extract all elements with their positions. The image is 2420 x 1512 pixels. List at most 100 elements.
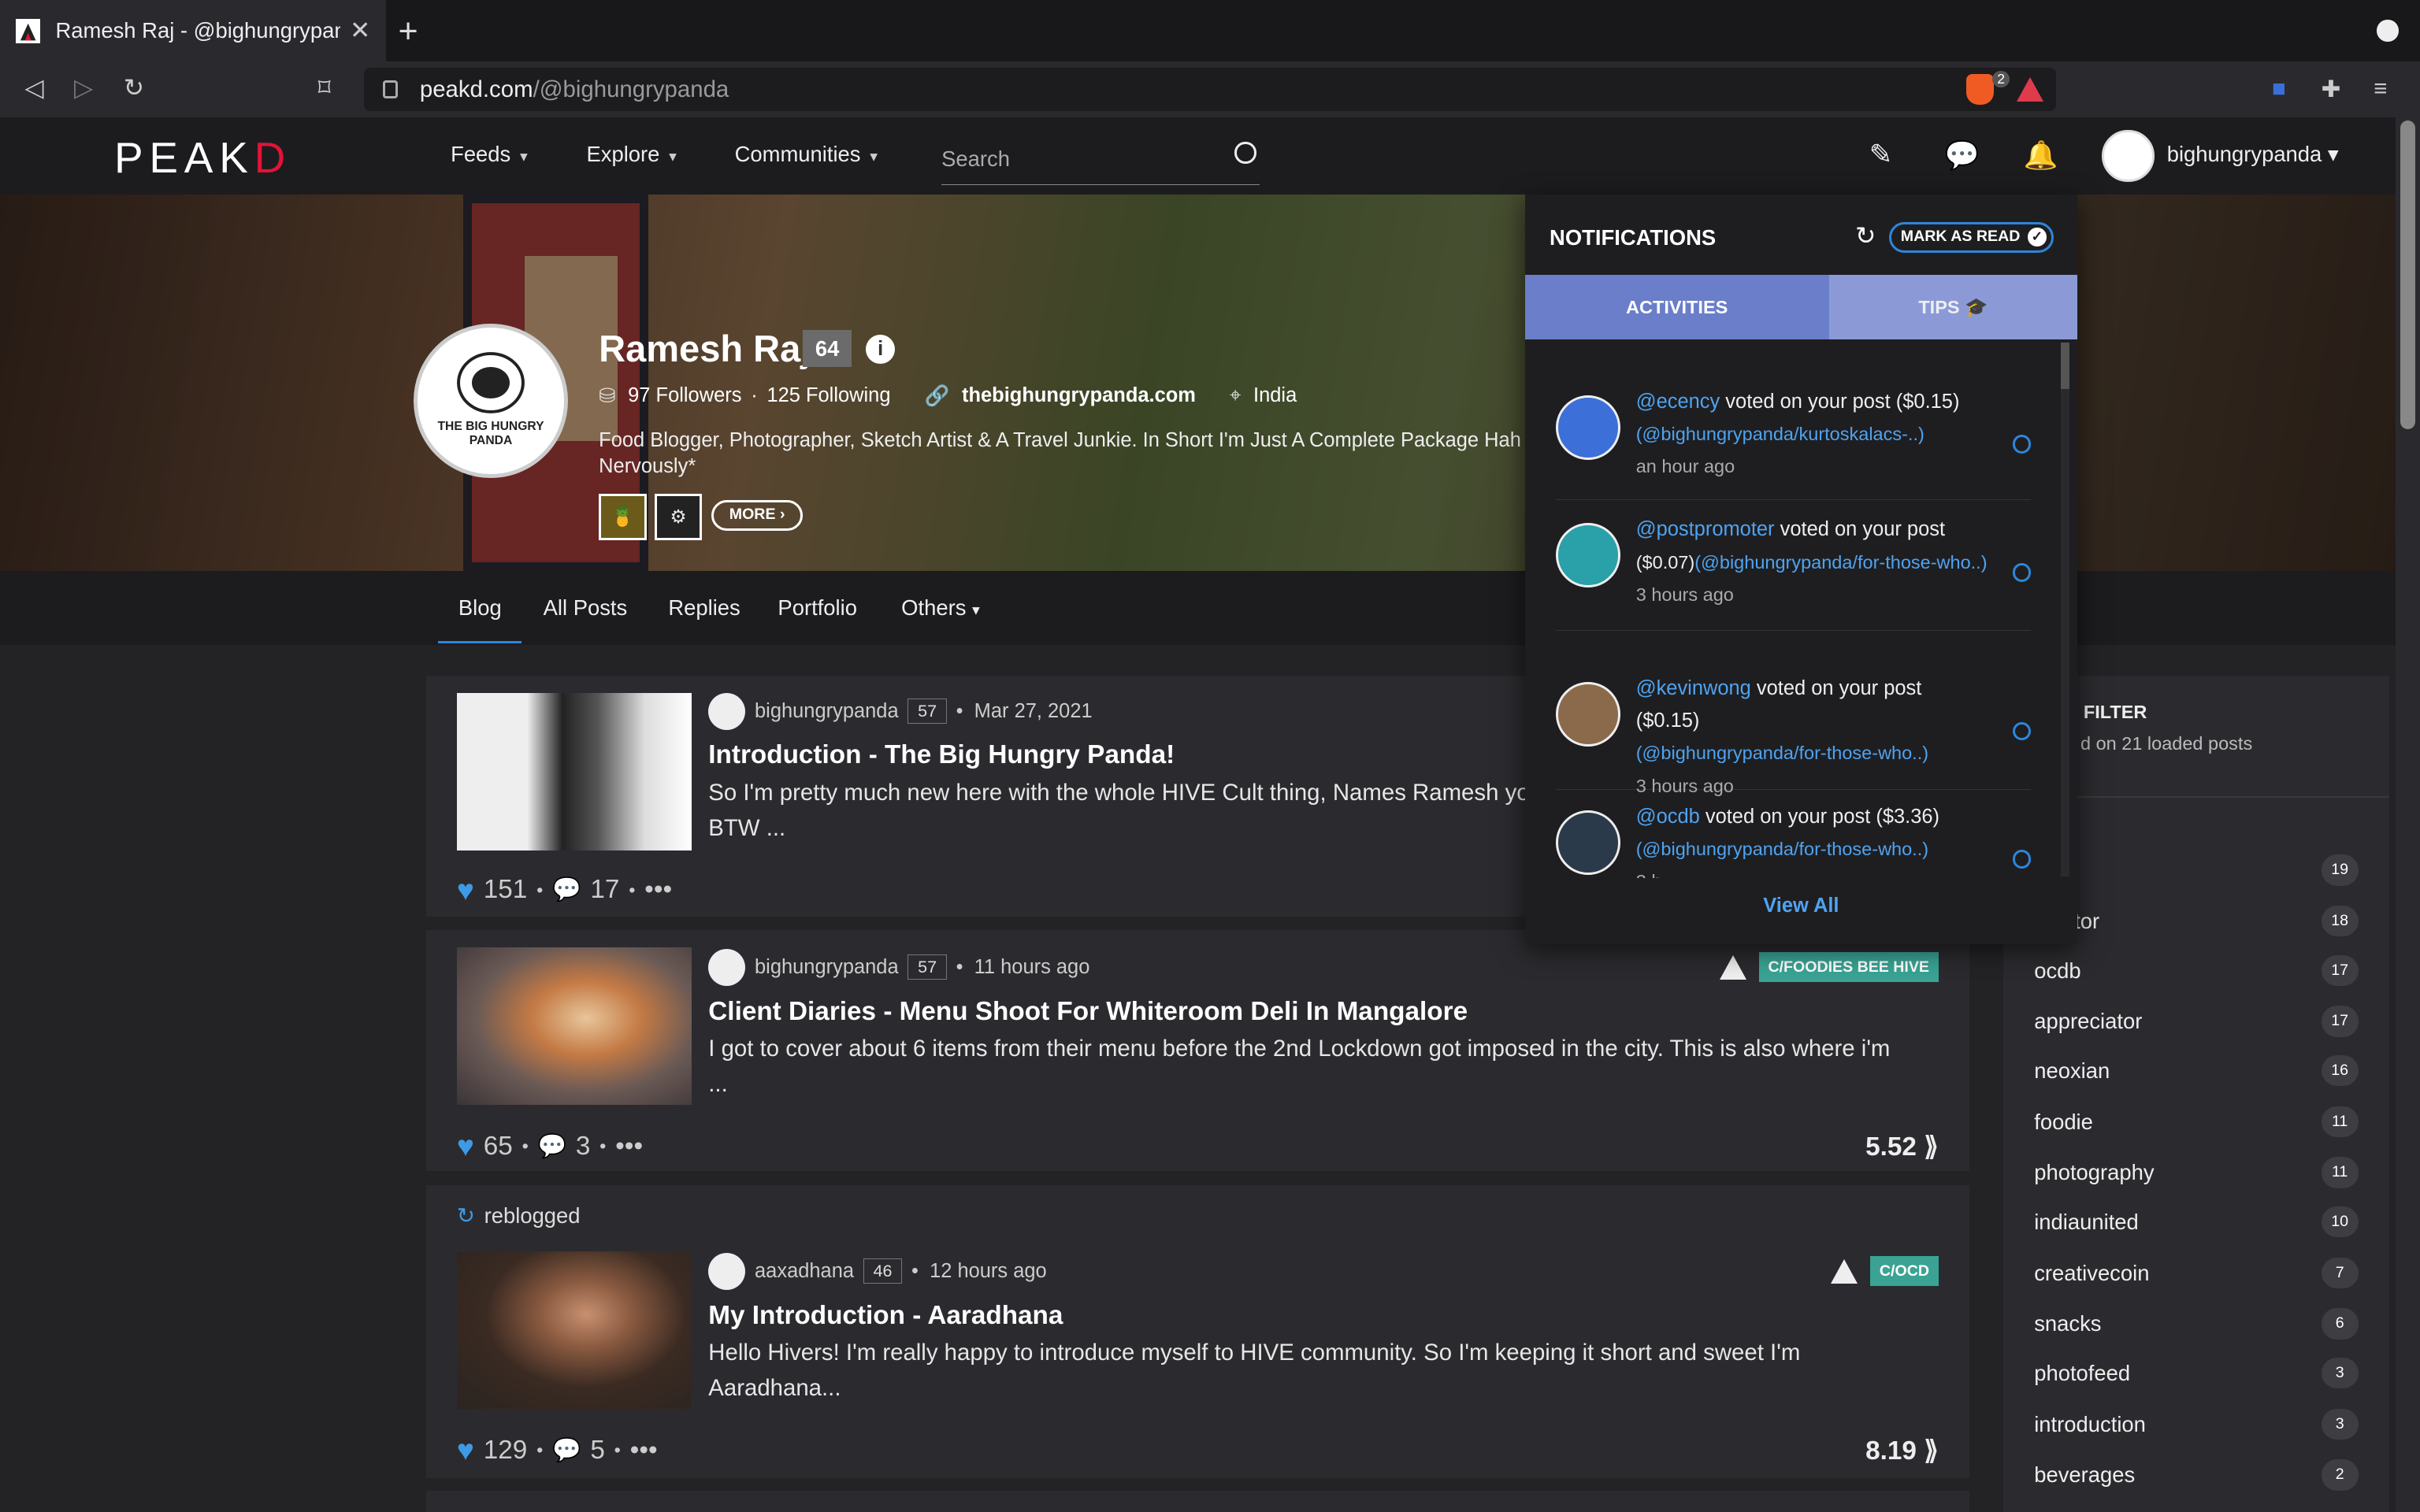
bell-icon[interactable]: 🔔: [2024, 139, 2058, 172]
tag-item[interactable]: tor 18: [2034, 906, 2359, 937]
tab-tips[interactable]: TIPS 🎓: [1828, 274, 2078, 339]
author-name[interactable]: bighungrypanda: [755, 700, 899, 723]
author-name[interactable]: aaxadhana: [755, 1260, 854, 1283]
tab-portfolio[interactable]: Portfolio: [778, 595, 857, 621]
page-scrollbar-thumb[interactable]: [2400, 120, 2416, 429]
comment-icon[interactable]: 💬: [552, 876, 581, 903]
pineapple-badge-icon[interactable]: 🍍: [599, 493, 647, 540]
tab-activities[interactable]: ACTIVITIES: [1524, 274, 1829, 339]
comment-count[interactable]: 5: [590, 1436, 605, 1466]
notification-link[interactable]: (@bighungrypanda/for-those-who..): [1636, 737, 1988, 769]
nav-communities[interactable]: Communities ▾: [735, 142, 878, 167]
community-badge-icon[interactable]: ⚙: [654, 493, 703, 540]
tag-item[interactable]: neoxian 16: [2034, 1055, 2359, 1087]
user-avatar[interactable]: [2102, 129, 2155, 183]
view-all-link[interactable]: View All: [1525, 895, 2077, 917]
post-title[interactable]: Introduction - The Big Hungry Panda!: [708, 740, 1175, 770]
tag-item[interactable]: photofeed 3: [2034, 1358, 2359, 1389]
post-payout[interactable]: 5.52 ⟫: [1865, 1131, 1939, 1162]
chat-icon[interactable]: 💬: [1945, 139, 1980, 172]
vote-count[interactable]: 65: [484, 1132, 513, 1162]
notification-user[interactable]: @ecency: [1636, 391, 1720, 413]
post-thumbnail[interactable]: [456, 1251, 692, 1409]
followers-count[interactable]: 97 Followers: [628, 384, 741, 407]
page-scrollbar[interactable]: [2395, 117, 2420, 1512]
more-options-icon[interactable]: •••: [630, 1436, 658, 1466]
notification-link[interactable]: (@bighungrypanda/kurtoskalacs-..): [1636, 418, 1988, 450]
tag-item[interactable]: snacks 6: [2034, 1308, 2359, 1340]
forward-icon[interactable]: ▷: [74, 74, 93, 102]
notification-item[interactable]: @kevinwong voted on your post ($0.15) (@…: [1555, 673, 2032, 796]
bookmark-icon[interactable]: ⌑: [318, 74, 331, 102]
notification-item[interactable]: @postpromoter voted on your post ($0.07)…: [1555, 513, 2032, 632]
unread-indicator[interactable]: [2012, 721, 2032, 741]
reload-icon[interactable]: ↻: [124, 74, 144, 102]
more-options-icon[interactable]: •••: [644, 875, 672, 905]
author-name[interactable]: bighungrypanda: [755, 956, 899, 979]
community-tag[interactable]: C/OCD: [1831, 1255, 1939, 1287]
notification-item[interactable]: @ocdb voted on your post ($3.36) (@bighu…: [1555, 801, 2032, 878]
website-link[interactable]: thebighungrypanda.com: [962, 384, 1196, 407]
comment-icon[interactable]: 💬: [538, 1133, 567, 1160]
post-card[interactable]: [425, 1490, 1969, 1512]
notification-link[interactable]: (@bighungrypanda/for-those-who..): [1694, 552, 1987, 573]
tag-item[interactable]: introduction 3: [2034, 1408, 2359, 1440]
refresh-icon[interactable]: ↻: [1855, 222, 1876, 250]
post-card[interactable]: ↻ reblogged aaxadhana 46 • 12 hours ago C…: [425, 1184, 1969, 1478]
search-input[interactable]: Search: [941, 132, 1260, 186]
nav-feeds[interactable]: Feeds ▾: [451, 142, 528, 167]
more-options-icon[interactable]: •••: [615, 1132, 643, 1162]
following-count[interactable]: 125 Following: [766, 384, 890, 407]
tab-others[interactable]: Others ▾: [901, 595, 980, 621]
tab-menu-icon[interactable]: [2377, 20, 2399, 42]
scrollbar-thumb[interactable]: [2060, 342, 2070, 389]
notification-user[interactable]: @ocdb: [1636, 806, 1700, 828]
comment-icon[interactable]: 💬: [552, 1437, 581, 1464]
pencil-icon[interactable]: ✎: [1869, 139, 1893, 171]
tab-blog[interactable]: Blog: [438, 595, 522, 643]
comment-count[interactable]: 17: [590, 875, 619, 905]
search-icon[interactable]: [1234, 142, 1256, 164]
comment-count[interactable]: 3: [576, 1132, 591, 1162]
heart-icon[interactable]: ♥: [457, 873, 474, 907]
tag-item[interactable]: photography 11: [2034, 1157, 2359, 1188]
mark-as-read-button[interactable]: MARK AS READ ✓: [1889, 222, 2054, 254]
username-menu[interactable]: bighungrypanda ▾: [2167, 142, 2339, 167]
tag-item[interactable]: indiaunited 10: [2034, 1206, 2359, 1238]
notification-item[interactable]: @ecency voted on your post ($0.15) (@big…: [1555, 386, 2032, 500]
address-bar[interactable]: peakd.com/@bighungrypanda 2: [364, 68, 2056, 112]
back-icon[interactable]: ◁: [24, 74, 43, 102]
tab-replies[interactable]: Replies: [668, 595, 740, 621]
browser-tab[interactable]: Ramesh Raj - @bighungrypanda ✕: [0, 0, 386, 62]
nav-explore[interactable]: Explore ▾: [586, 142, 677, 167]
post-payout[interactable]: 8.19 ⟫: [1865, 1435, 1939, 1466]
tag-item[interactable]: foodie 11: [2034, 1106, 2359, 1137]
tag-item[interactable]: appreciator 17: [2034, 1006, 2359, 1037]
new-tab-icon[interactable]: +: [398, 13, 418, 51]
notification-user[interactable]: @postpromoter: [1636, 518, 1775, 540]
tag-item[interactable]: ocdb 17: [2034, 954, 2359, 986]
extension-icon[interactable]: ■: [2272, 76, 2286, 102]
unread-indicator[interactable]: [2012, 850, 2032, 869]
unread-indicator[interactable]: [2012, 435, 2032, 454]
brave-shields-icon[interactable]: [1966, 74, 1995, 106]
post-title[interactable]: My Introduction - Aaradhana: [708, 1301, 1063, 1331]
post-thumbnail[interactable]: [456, 692, 692, 850]
post-thumbnail[interactable]: [456, 947, 692, 1105]
notifications-scrollbar[interactable]: [2060, 342, 2070, 876]
peakd-logo[interactable]: PEAKD: [114, 132, 291, 183]
more-button[interactable]: MORE ›: [711, 499, 804, 531]
brave-rewards-icon[interactable]: [2016, 77, 2043, 102]
close-tab-icon[interactable]: ✕: [350, 17, 370, 45]
browser-menu-icon[interactable]: ≡: [2374, 76, 2387, 102]
extensions-puzzle-icon[interactable]: ✚: [2322, 76, 2341, 103]
post-title[interactable]: Client Diaries - Menu Shoot For Whiteroo…: [708, 997, 1468, 1027]
heart-icon[interactable]: ♥: [457, 1129, 474, 1163]
post-card[interactable]: bighungrypanda 57 • 11 hours ago C/FOODI…: [425, 930, 1969, 1172]
unread-indicator[interactable]: [2012, 563, 2032, 582]
tag-item[interactable]: beverages 2: [2034, 1459, 2359, 1491]
notification-link[interactable]: (@bighungrypanda/for-those-who..): [1636, 833, 1988, 865]
heart-icon[interactable]: ♥: [457, 1433, 474, 1467]
vote-count[interactable]: 129: [484, 1436, 528, 1466]
tab-all-posts[interactable]: All Posts: [544, 595, 628, 621]
